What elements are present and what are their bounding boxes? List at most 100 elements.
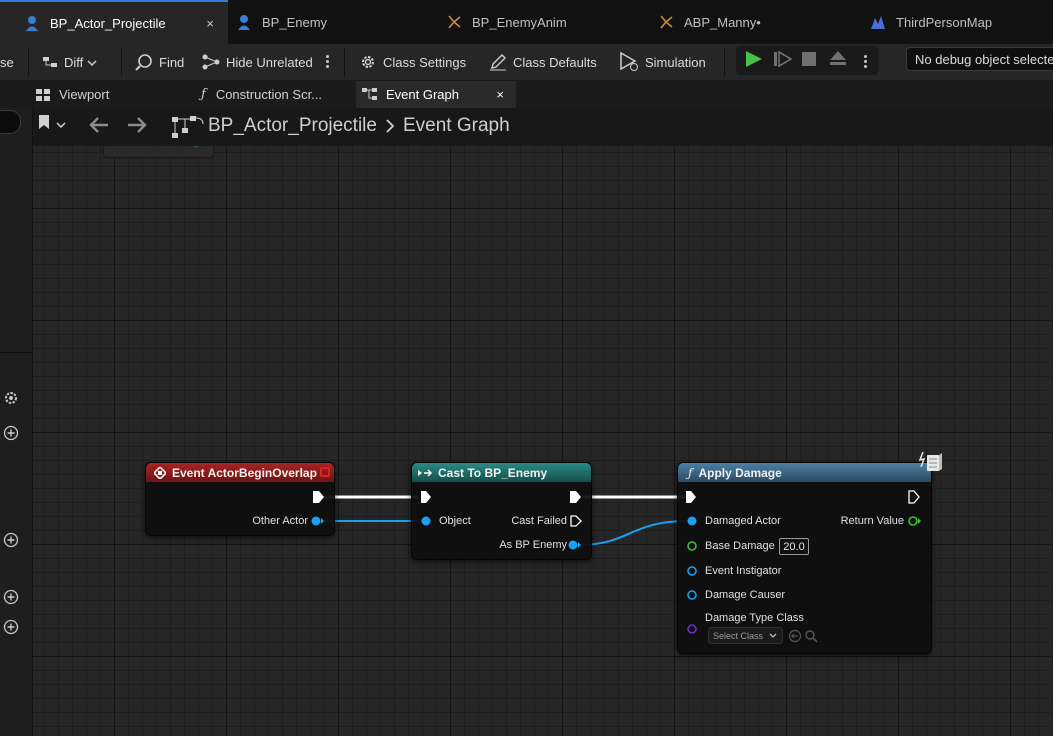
tab-construction-script[interactable]: ƒ Construction Scr... (195, 81, 350, 108)
pin-label-return-value: Return Value (840, 515, 904, 527)
search-field-edge[interactable] (0, 110, 21, 134)
gear-icon (359, 53, 377, 71)
tab-label: BP_Enemy (262, 14, 328, 30)
pin-label-event-instigator: Event Instigator (705, 565, 782, 577)
pin-label-cast-failed: Cast Failed (511, 515, 567, 527)
chevron-down-icon (56, 116, 66, 134)
diff-icon (42, 55, 58, 69)
anim-blueprint-icon (446, 14, 462, 30)
class-defaults-label: Class Defaults (513, 54, 597, 70)
debug-object-dropdown[interactable]: No debug object selected (906, 47, 1053, 71)
bookmark-icon (38, 115, 50, 134)
tab-event-graph[interactable]: Event Graph × (356, 81, 516, 108)
blueprint-actor-icon (24, 15, 40, 31)
cast-to-bp-enemy-node[interactable]: Cast To BP_Enemy Object Cast Failed As B… (411, 462, 592, 560)
breadcrumb: BP_Actor_Projectile Event Graph (208, 114, 510, 138)
function-icon: ƒ (201, 87, 206, 102)
hide-unrelated-button[interactable]: Hide Unrelated (202, 44, 313, 80)
select-class-label: Select Class (713, 630, 764, 641)
bookmark-dropdown[interactable] (38, 115, 66, 134)
breadcrumb-graph[interactable]: Event Graph (403, 115, 510, 137)
more-options-icon[interactable] (864, 53, 868, 70)
simulation-icon (619, 52, 639, 72)
tab-bp-enemy[interactable]: BP_Enemy (236, 0, 426, 44)
add-icon[interactable] (2, 531, 20, 549)
browse-icon[interactable] (804, 629, 818, 643)
panel-divider (0, 352, 32, 353)
chevron-down-icon (87, 55, 97, 70)
simulation-label: Simulation (645, 54, 706, 70)
event-graph-icon (362, 88, 378, 101)
close-tab-icon[interactable]: × (206, 16, 214, 31)
use-selected-icon[interactable] (788, 629, 802, 643)
more-options-icon[interactable] (326, 53, 330, 70)
toolbar-divider (121, 48, 122, 76)
blueprint-actor-icon (236, 14, 252, 30)
add-icon[interactable] (2, 588, 20, 606)
save-button-partial[interactable]: se (0, 44, 14, 80)
subtab-label: Event Graph (386, 87, 459, 102)
pencil-icon (489, 53, 507, 71)
apply-damage-node[interactable]: ƒ Apply Damage Damaged Actor Return Valu… (677, 462, 932, 654)
breadcrumb-blueprint[interactable]: BP_Actor_Projectile (208, 115, 377, 137)
node-header: Event ActorBeginOverlap (146, 463, 334, 482)
toolbar-divider (28, 48, 29, 76)
find-button[interactable]: Find (135, 44, 184, 80)
tab-label: ThirdPersonMap (896, 14, 993, 30)
toolbar-divider (344, 48, 345, 76)
pin-label-damage-causer: Damage Causer (705, 589, 786, 601)
chevron-right-icon (385, 118, 395, 134)
event-actorbeginoverlap-node[interactable]: Event ActorBeginOverlap Other Actor (145, 462, 335, 536)
toolbar-label: se (0, 54, 14, 70)
graph-hierarchy-icon[interactable] (170, 114, 204, 145)
tab-thirdpersonmap[interactable]: ThirdPersonMap (870, 0, 1053, 44)
cast-icon (418, 468, 432, 478)
back-arrow-icon[interactable] (89, 117, 109, 138)
node-title: Apply Damage (698, 465, 782, 480)
function-icon: ƒ (688, 465, 693, 480)
select-class-dropdown[interactable]: Select Class (708, 627, 783, 644)
tab-bp-enemyanim[interactable]: BP_EnemyAnim (446, 0, 646, 44)
diff-button[interactable]: Diff (42, 44, 97, 80)
tab-label: BP_Actor_Projectile (50, 15, 166, 31)
eject-icon[interactable] (829, 50, 847, 71)
pin-label-base-damage: Base Damage (705, 540, 775, 552)
tab-abp-manny[interactable]: ABP_Manny• (658, 0, 858, 44)
delegate-pin-icon[interactable] (320, 467, 330, 477)
node-header: ƒ Apply Damage (678, 463, 931, 482)
forward-arrow-icon[interactable] (127, 117, 147, 138)
debug-object-label: No debug object selected (915, 51, 1053, 67)
class-defaults-button[interactable]: Class Defaults (489, 44, 597, 80)
authority-only-icon (917, 450, 943, 481)
subtab-label: Construction Scr... (215, 87, 323, 102)
add-icon[interactable] (2, 424, 20, 442)
tab-bp-actor-projectile[interactable]: BP_Actor_Projectile × (0, 0, 228, 44)
class-settings-button[interactable]: Class Settings (359, 44, 466, 80)
event-diamond-icon (154, 466, 166, 479)
node-header: Cast To BP_Enemy (412, 463, 591, 482)
toolbar-divider (724, 48, 725, 76)
anim-blueprint-icon (658, 14, 674, 30)
tab-viewport[interactable]: Viewport (30, 81, 180, 108)
node-title: Event ActorBeginOverlap (172, 465, 317, 480)
hide-unrelated-icon (202, 54, 220, 70)
play-icon[interactable] (745, 51, 763, 72)
pin-label-as-bp-enemy: As BP Enemy (499, 539, 567, 551)
gear-icon[interactable] (2, 389, 20, 407)
class-settings-label: Class Settings (383, 54, 467, 70)
search-icon (135, 53, 153, 71)
find-label: Find (159, 54, 185, 70)
stop-icon[interactable] (802, 52, 816, 71)
close-tab-icon[interactable]: × (496, 87, 504, 102)
step-icon[interactable] (774, 50, 793, 72)
base-damage-input[interactable]: 20.0 (779, 538, 809, 555)
pin-label-other-actor: Other Actor (252, 515, 308, 527)
simulation-button[interactable]: Simulation (619, 44, 706, 80)
add-icon[interactable] (2, 618, 20, 636)
pin-label-damaged-actor: Damaged Actor (705, 515, 781, 527)
hide-unrelated-label: Hide Unrelated (226, 54, 313, 70)
diff-label: Diff (64, 54, 84, 70)
viewport-icon (36, 88, 50, 101)
chevron-down-icon (769, 632, 777, 639)
tab-label: ABP_Manny• (684, 14, 761, 30)
